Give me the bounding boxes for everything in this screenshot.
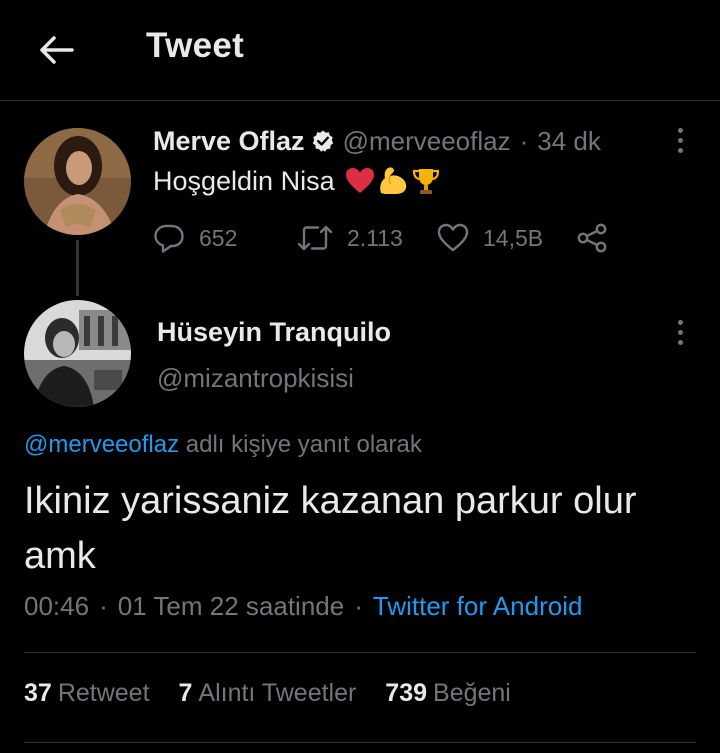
more-options-icon[interactable] bbox=[670, 314, 690, 350]
share-button[interactable] bbox=[576, 218, 608, 258]
tweet-meta: 00:46 · 01 Tem 22 saatinde · Twitter for And… bbox=[24, 591, 582, 622]
flexed-biceps-icon bbox=[379, 167, 406, 194]
divider bbox=[24, 652, 696, 653]
tweet-time[interactable]: 00:46 bbox=[24, 591, 89, 621]
verified-badge-icon bbox=[311, 129, 335, 153]
retweet-icon bbox=[297, 225, 333, 251]
engagement-stats: 37 Retweet 7 Alıntı Tweetler 739 Beğeni bbox=[24, 679, 533, 708]
separator-dot: · bbox=[99, 591, 108, 621]
tweet-source-link[interactable]: Twitter for Android bbox=[373, 591, 583, 621]
main-tweet-text: Ikiniz yarissaniz kazanan parkur olur am… bbox=[24, 480, 637, 577]
retweet-button[interactable]: 2.113 bbox=[297, 218, 403, 258]
like-count: 14,5B bbox=[483, 224, 544, 251]
avatar-merve-oflaz[interactable] bbox=[24, 128, 131, 235]
parent-display-name[interactable]: Merve Oflaz bbox=[153, 126, 305, 157]
reply-count: 652 bbox=[199, 224, 238, 251]
tweet-detail-page: Tweet Merve Oflaz @merveeoflaz · 34 dk H… bbox=[0, 0, 720, 753]
avatar-huseyin-tranquilo[interactable] bbox=[24, 300, 131, 407]
parent-tweet-actions: 652 2.113 14,5B bbox=[153, 218, 623, 258]
separator-dot: · bbox=[519, 125, 529, 156]
quote-tweets-stat[interactable]: 7 Alıntı Tweetler bbox=[178, 679, 356, 707]
likes-stat[interactable]: 739 Beğeni bbox=[385, 679, 511, 707]
retweets-stat[interactable]: 37 Retweet bbox=[24, 679, 150, 707]
likes-count: 739 bbox=[385, 679, 428, 707]
trophy-icon bbox=[412, 169, 439, 194]
page-title: Tweet bbox=[146, 26, 245, 65]
more-options-icon[interactable] bbox=[670, 122, 690, 158]
parent-tweet-header: Merve Oflaz @merveeoflaz · 34 dk bbox=[153, 124, 601, 158]
like-button[interactable]: 14,5B bbox=[437, 218, 543, 258]
parent-tweet-text: Hoşgeldin Nisa bbox=[153, 163, 443, 199]
parent-timestamp[interactable]: 34 dk bbox=[537, 126, 601, 157]
reply-button[interactable]: 652 bbox=[153, 218, 237, 258]
main-handle[interactable]: @mizantropkisisi bbox=[157, 363, 354, 394]
main-display-name[interactable]: Hüseyin Tranquilo bbox=[157, 317, 391, 348]
reply-to-suffix: adlı kişiye yanıt olarak bbox=[179, 431, 422, 458]
parent-tweet-body: Hoşgeldin Nisa bbox=[153, 165, 335, 196]
separator-dot: · bbox=[354, 591, 363, 621]
heart-icon bbox=[437, 223, 469, 252]
thread-connector-line bbox=[76, 240, 79, 296]
reply-to-mention-link[interactable]: @merveeoflaz bbox=[24, 431, 179, 458]
back-button[interactable] bbox=[34, 28, 78, 72]
reply-icon bbox=[154, 224, 184, 253]
replying-to-line: @merveeoflaz adlı kişiye yanıt olarak bbox=[24, 431, 422, 459]
likes-label: Beğeni bbox=[433, 679, 511, 707]
quotes-label: Alıntı Tweetler bbox=[198, 679, 357, 707]
tweet-date[interactable]: 01 Tem 22 saatinde bbox=[118, 591, 344, 621]
red-heart-icon bbox=[345, 168, 374, 193]
quotes-count: 7 bbox=[178, 679, 193, 707]
arrow-left-icon bbox=[40, 36, 74, 64]
emoji-group bbox=[345, 165, 443, 197]
retweets-count: 37 bbox=[24, 679, 52, 707]
retweet-count: 2.113 bbox=[347, 224, 403, 251]
top-bar: Tweet bbox=[0, 0, 720, 101]
divider bbox=[24, 742, 696, 743]
share-icon bbox=[577, 223, 607, 253]
parent-handle[interactable]: @merveeoflaz bbox=[343, 126, 511, 157]
retweets-label: Retweet bbox=[57, 679, 150, 707]
